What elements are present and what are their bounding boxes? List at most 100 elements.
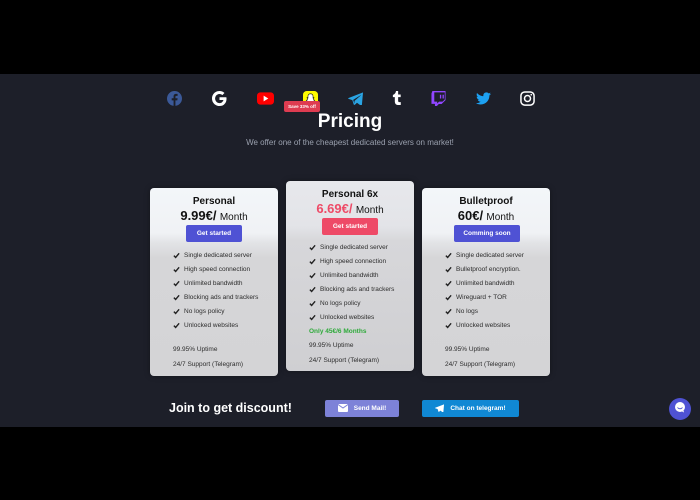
feature-item: High speed connection bbox=[309, 254, 394, 268]
feature-item: No logs policy bbox=[309, 296, 394, 310]
feature-item: Blocking ads and trackers bbox=[173, 290, 258, 304]
price-amount: 60€/ bbox=[457, 208, 484, 223]
feature-text: High speed connection bbox=[184, 265, 251, 273]
feature-text: No logs policy bbox=[184, 307, 225, 315]
feature-list: Single dedicated server High speed connec… bbox=[173, 248, 258, 332]
plan-price: 6.69€/ Month bbox=[286, 201, 414, 216]
price-unit: Month bbox=[486, 212, 515, 223]
feature-text: Bulletproof encryption. bbox=[456, 265, 521, 273]
check-icon bbox=[173, 280, 180, 287]
check-icon bbox=[445, 322, 452, 329]
check-icon bbox=[309, 272, 316, 279]
check-icon bbox=[445, 266, 452, 273]
feature-text: Blocking ads and trackers bbox=[184, 293, 259, 301]
feature-text: Single dedicated server bbox=[320, 243, 388, 251]
check-icon bbox=[173, 294, 180, 301]
join-discount-text: Join to get discount! bbox=[169, 401, 292, 415]
telegram-icon bbox=[435, 403, 445, 414]
feature-text: Single dedicated server bbox=[184, 251, 252, 259]
twitch-icon[interactable] bbox=[429, 89, 447, 107]
feature-item: Single dedicated server bbox=[445, 248, 524, 262]
telegram-icon[interactable] bbox=[346, 89, 364, 107]
feature-item: Blocking ads and trackers bbox=[309, 282, 394, 296]
feature-item: No logs policy bbox=[173, 304, 258, 318]
plan-extras: 99.95% Uptime 24/7 Support (Telegram) bbox=[173, 342, 243, 372]
coming-soon-button[interactable]: Comming soon bbox=[454, 225, 520, 242]
plan-extras: 99.95% Uptime 24/7 Support (Telegram) bbox=[309, 338, 379, 368]
plan-price: 9.99€/ Month bbox=[150, 208, 278, 223]
price-amount: 9.99€/ bbox=[180, 208, 217, 223]
facebook-icon[interactable] bbox=[165, 89, 183, 107]
promo-text: Only 45€/6 Months bbox=[309, 328, 367, 335]
check-icon bbox=[173, 322, 180, 329]
uptime-text: 99.95% Uptime bbox=[445, 346, 490, 353]
plan-card-personal-6x: Personal 6x 6.69€/ Month Get started Sin… bbox=[286, 181, 414, 371]
feature-item: Unlimited bandwidth bbox=[445, 276, 524, 290]
feature-item: High speed connection bbox=[173, 262, 258, 276]
mail-icon bbox=[337, 403, 349, 414]
check-icon bbox=[309, 258, 316, 265]
twitter-icon[interactable] bbox=[474, 89, 492, 107]
check-icon bbox=[309, 300, 316, 307]
check-icon bbox=[309, 244, 316, 251]
feature-text: Single dedicated server bbox=[456, 251, 524, 259]
check-icon bbox=[445, 308, 452, 315]
feature-item: No logs bbox=[445, 304, 524, 318]
feature-list: Single dedicated server High speed connec… bbox=[309, 240, 394, 324]
plan-name: Bulletproof bbox=[459, 196, 513, 207]
uptime-text: 99.95% Uptime bbox=[309, 342, 354, 349]
feature-text: Unlimited bandwidth bbox=[456, 279, 515, 287]
plan-card-bulletproof: Bulletproof 60€/ Month Comming soon Sing… bbox=[422, 188, 550, 376]
instagram-icon[interactable] bbox=[518, 89, 536, 107]
plan-price: 60€/ Month bbox=[422, 208, 550, 223]
support-text: 24/7 Support (Telegram) bbox=[445, 361, 516, 368]
chat-bubble-icon bbox=[674, 400, 686, 418]
plan-name: Personal 6x bbox=[321, 189, 379, 200]
feature-text: Unlimited bandwidth bbox=[320, 271, 379, 279]
plan-name: Personal bbox=[192, 196, 236, 207]
feature-item: Unlimited bandwidth bbox=[309, 268, 394, 282]
check-icon bbox=[309, 314, 316, 321]
chat-widget-button[interactable] bbox=[669, 398, 691, 420]
feature-text: Blocking ads and trackers bbox=[320, 285, 395, 293]
send-mail-label: Send Mail! bbox=[353, 405, 387, 412]
check-icon bbox=[173, 266, 180, 273]
check-icon bbox=[445, 294, 452, 301]
feature-text: Unlimited bandwidth bbox=[184, 279, 243, 287]
feature-item: Unlocked websites bbox=[445, 318, 524, 332]
feature-text: Unlocked websites bbox=[456, 321, 511, 329]
plan-card-personal: Personal 9.99€/ Month Get started Single… bbox=[150, 188, 278, 376]
feature-text: No logs policy bbox=[320, 299, 361, 307]
tumblr-icon[interactable] bbox=[388, 89, 406, 107]
feature-item: Single dedicated server bbox=[173, 248, 258, 262]
price-unit: Month bbox=[355, 205, 384, 216]
plan-extras: 99.95% Uptime 24/7 Support (Telegram) bbox=[445, 342, 515, 372]
price-amount: 6.69€/ bbox=[316, 201, 353, 216]
feature-text: Unlocked websites bbox=[320, 313, 375, 321]
feature-item: Wireguard + TOR bbox=[445, 290, 524, 304]
feature-list: Single dedicated server Bulletproof encry… bbox=[445, 248, 524, 332]
google-icon[interactable] bbox=[210, 89, 228, 107]
chat-telegram-button[interactable]: Chat on telegram! bbox=[422, 400, 519, 417]
check-icon bbox=[445, 252, 452, 259]
page-subtitle: We offer one of the cheapest dedicated s… bbox=[246, 138, 454, 147]
get-started-button[interactable]: Get started bbox=[322, 218, 378, 235]
feature-text: Unlocked websites bbox=[184, 321, 239, 329]
chat-telegram-label: Chat on telegram! bbox=[450, 405, 506, 412]
social-bar bbox=[0, 89, 700, 107]
get-started-button[interactable]: Get started bbox=[186, 225, 242, 242]
youtube-icon[interactable] bbox=[256, 89, 274, 107]
send-mail-button[interactable]: Send Mail! bbox=[325, 400, 399, 417]
feature-text: High speed connection bbox=[320, 257, 387, 265]
check-icon bbox=[309, 286, 316, 293]
page-title: Pricing bbox=[317, 111, 383, 132]
check-icon bbox=[445, 280, 452, 287]
feature-text: No logs bbox=[456, 307, 479, 315]
feature-item: Bulletproof encryption. bbox=[445, 262, 524, 276]
discount-badge: Save 33% off bbox=[284, 101, 320, 112]
feature-item: Unlimited bandwidth bbox=[173, 276, 258, 290]
feature-item: Unlocked websites bbox=[173, 318, 258, 332]
check-icon bbox=[173, 308, 180, 315]
feature-text: Wireguard + TOR bbox=[456, 293, 507, 301]
feature-item: Single dedicated server bbox=[309, 240, 394, 254]
